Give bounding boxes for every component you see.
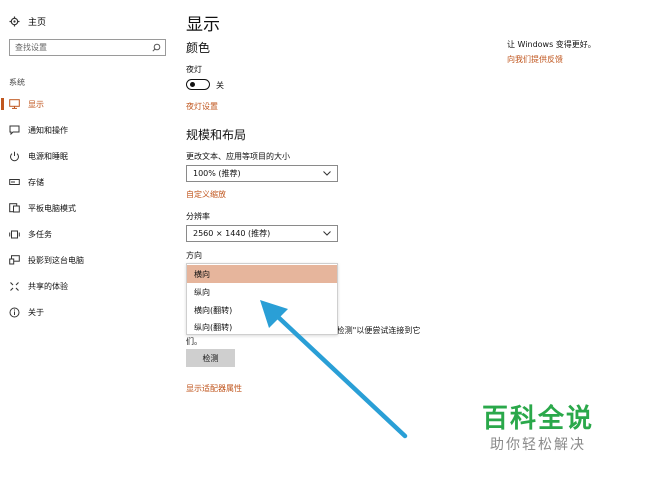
home-label: 主页: [28, 18, 47, 28]
section-label-system: 系统: [9, 78, 25, 87]
search-icon: [152, 43, 161, 52]
resolution-value: 2560 × 1440 (推荐): [193, 229, 271, 238]
orientation-option-landscape[interactable]: 横向: [187, 265, 337, 283]
sidebar-item-label: 共享的体验: [28, 281, 68, 291]
scale-dropdown[interactable]: 100% (推荐): [186, 165, 338, 182]
home-item[interactable]: 主页: [9, 15, 46, 28]
give-feedback-link[interactable]: 向我们提供反馈: [507, 54, 563, 65]
orientation-option-portrait[interactable]: 纵向: [187, 283, 337, 301]
info-icon: [9, 307, 20, 318]
toggle-knob: [190, 82, 195, 87]
chevron-down-icon: [323, 231, 331, 236]
indicator-slot: [1, 150, 4, 162]
search-placeholder: 查找设置: [15, 43, 47, 52]
sidebar-item-label: 电源和睡眠: [28, 151, 68, 161]
multitask-icon: [9, 229, 20, 240]
sidebar-item-about[interactable]: 关于: [0, 304, 175, 320]
gear-icon: [9, 16, 20, 27]
sidebar: 主页 查找设置 系统 显示 通知和操作 电源和睡眠 存储 平板电脑模式 多任务 …: [0, 0, 175, 487]
indicator-slot: [1, 228, 4, 240]
chevron-down-icon: [323, 171, 331, 176]
custom-scaling-link[interactable]: 自定义缩放: [186, 189, 226, 200]
scale-label: 更改文本、应用等项目的大小: [186, 152, 290, 161]
color-heading: 颜色: [186, 41, 211, 55]
scale-value: 100% (推荐): [193, 169, 241, 178]
tablet-icon: [9, 203, 20, 214]
sidebar-item-storage[interactable]: 存储: [0, 174, 175, 190]
sidebar-item-label: 平板电脑模式: [28, 203, 76, 213]
sidebar-item-notifications[interactable]: 通知和操作: [0, 122, 175, 138]
resolution-label: 分辨率: [186, 212, 210, 221]
night-light-settings-link[interactable]: 夜灯设置: [186, 101, 218, 112]
feedback-prompt-text: 让 Windows 变得更好。: [507, 40, 596, 49]
sidebar-item-project[interactable]: 投影到这台电脑: [0, 252, 175, 268]
sidebar-item-label: 多任务: [28, 229, 52, 239]
search-input[interactable]: 查找设置: [9, 39, 166, 56]
indicator-slot: [1, 254, 4, 266]
message-icon: [9, 125, 20, 136]
page-title: 显示: [186, 15, 220, 35]
night-light-toggle[interactable]: [186, 79, 210, 90]
orientation-label: 方向: [186, 251, 202, 260]
sidebar-item-shared-experiences[interactable]: 共享的体验: [0, 278, 175, 294]
indicator-slot: [1, 124, 4, 136]
indicator-slot: [1, 202, 4, 214]
detect-description-line2: 们。: [186, 337, 202, 346]
storage-icon: [9, 177, 20, 188]
scale-layout-heading: 规模和布局: [186, 128, 247, 142]
sidebar-item-tablet-mode[interactable]: 平板电脑模式: [0, 200, 175, 216]
active-indicator: [1, 98, 4, 110]
watermark-slogan: 助你轻松解决: [490, 437, 586, 453]
sidebar-item-label: 投影到这台电脑: [28, 255, 84, 265]
annotation-arrow: [260, 300, 408, 439]
night-light-label: 夜灯: [186, 65, 202, 74]
indicator-slot: [1, 176, 4, 188]
sidebar-item-display[interactable]: 显示: [0, 96, 175, 112]
monitor-icon: [9, 99, 20, 110]
night-light-state: 关: [216, 81, 224, 90]
sidebar-item-label: 显示: [28, 99, 44, 109]
sidebar-item-label: 存储: [28, 177, 44, 187]
project-icon: [9, 255, 20, 266]
sidebar-item-multitasking[interactable]: 多任务: [0, 226, 175, 242]
resolution-dropdown[interactable]: 2560 × 1440 (推荐): [186, 225, 338, 242]
display-adapter-properties-link[interactable]: 显示适配器属性: [186, 383, 242, 394]
sidebar-item-label: 通知和操作: [28, 125, 68, 135]
share-icon: [9, 281, 20, 292]
indicator-slot: [1, 306, 4, 318]
sidebar-item-label: 关于: [28, 307, 44, 317]
detect-button[interactable]: 检测: [186, 349, 235, 367]
power-icon: [9, 151, 20, 162]
watermark-logo-text: 百科全说: [482, 404, 595, 434]
indicator-slot: [1, 280, 4, 292]
sidebar-item-power[interactable]: 电源和睡眠: [0, 148, 175, 164]
